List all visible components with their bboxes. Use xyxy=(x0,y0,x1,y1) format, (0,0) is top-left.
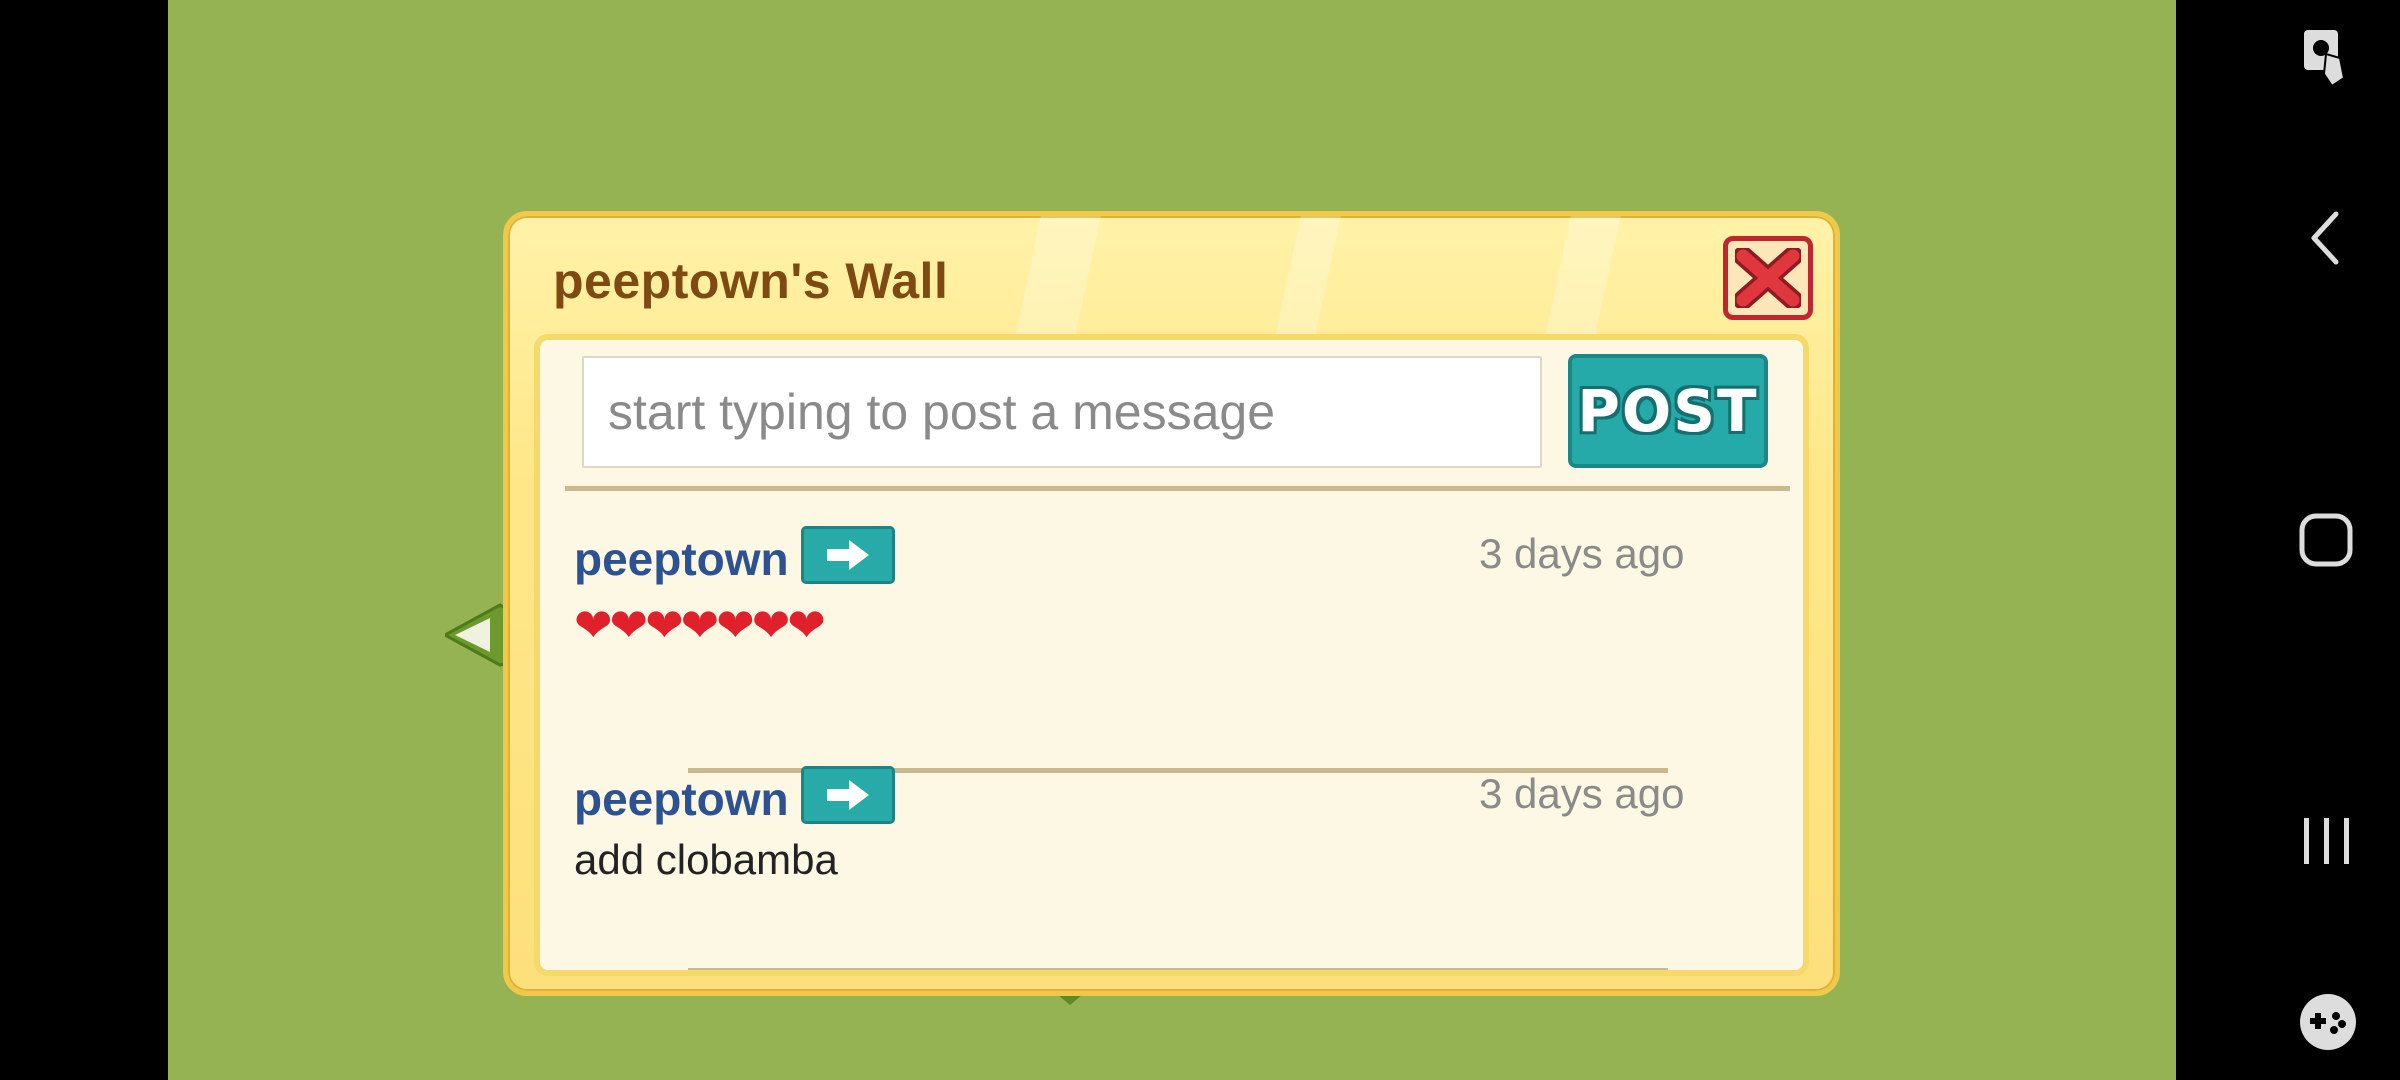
screen-touch-icon[interactable] xyxy=(2302,28,2352,90)
arrow-right-icon xyxy=(827,780,869,810)
light-ray xyxy=(1015,216,1101,336)
back-icon[interactable] xyxy=(2308,210,2344,266)
post-message: add clobamba xyxy=(574,836,838,883)
wall-content: POST peeptown 3 days ago ❤❤❤❤❤❤❤ peeptow… xyxy=(534,334,1809,976)
post-username[interactable]: peeptown xyxy=(574,772,789,826)
android-nav-bar xyxy=(2176,0,2400,1080)
home-icon[interactable] xyxy=(2298,512,2354,568)
light-ray xyxy=(1275,216,1341,336)
arrow-right-icon xyxy=(827,540,869,570)
divider xyxy=(565,486,1790,491)
post-timestamp: 3 days ago xyxy=(1479,530,1685,577)
wall-dialog: peeptown's Wall POST peeptown 3 days ago… xyxy=(503,211,1840,996)
post-timestamp: 3 days ago xyxy=(1479,770,1685,817)
close-x-icon xyxy=(1735,248,1801,308)
wall-title: peeptown's Wall xyxy=(553,253,949,309)
light-ray xyxy=(1545,216,1621,336)
wall-post: peeptown 3 days ago ❤❤❤❤❤❤❤ xyxy=(574,526,1774,732)
post-message: ❤❤❤❤❤❤❤ xyxy=(574,599,826,651)
visit-user-button[interactable] xyxy=(801,766,895,824)
left-black-bar xyxy=(0,0,168,1080)
divider xyxy=(688,968,1668,970)
post-button[interactable]: POST xyxy=(1568,354,1768,468)
visit-user-button[interactable] xyxy=(801,526,895,584)
post-username[interactable]: peeptown xyxy=(574,532,789,586)
message-input[interactable] xyxy=(582,356,1542,468)
recents-icon[interactable] xyxy=(2300,816,2354,866)
game-controller-icon[interactable] xyxy=(2298,992,2358,1052)
wall-post: peeptown 3 days ago add clobamba xyxy=(574,766,1774,970)
close-button[interactable] xyxy=(1723,236,1813,320)
